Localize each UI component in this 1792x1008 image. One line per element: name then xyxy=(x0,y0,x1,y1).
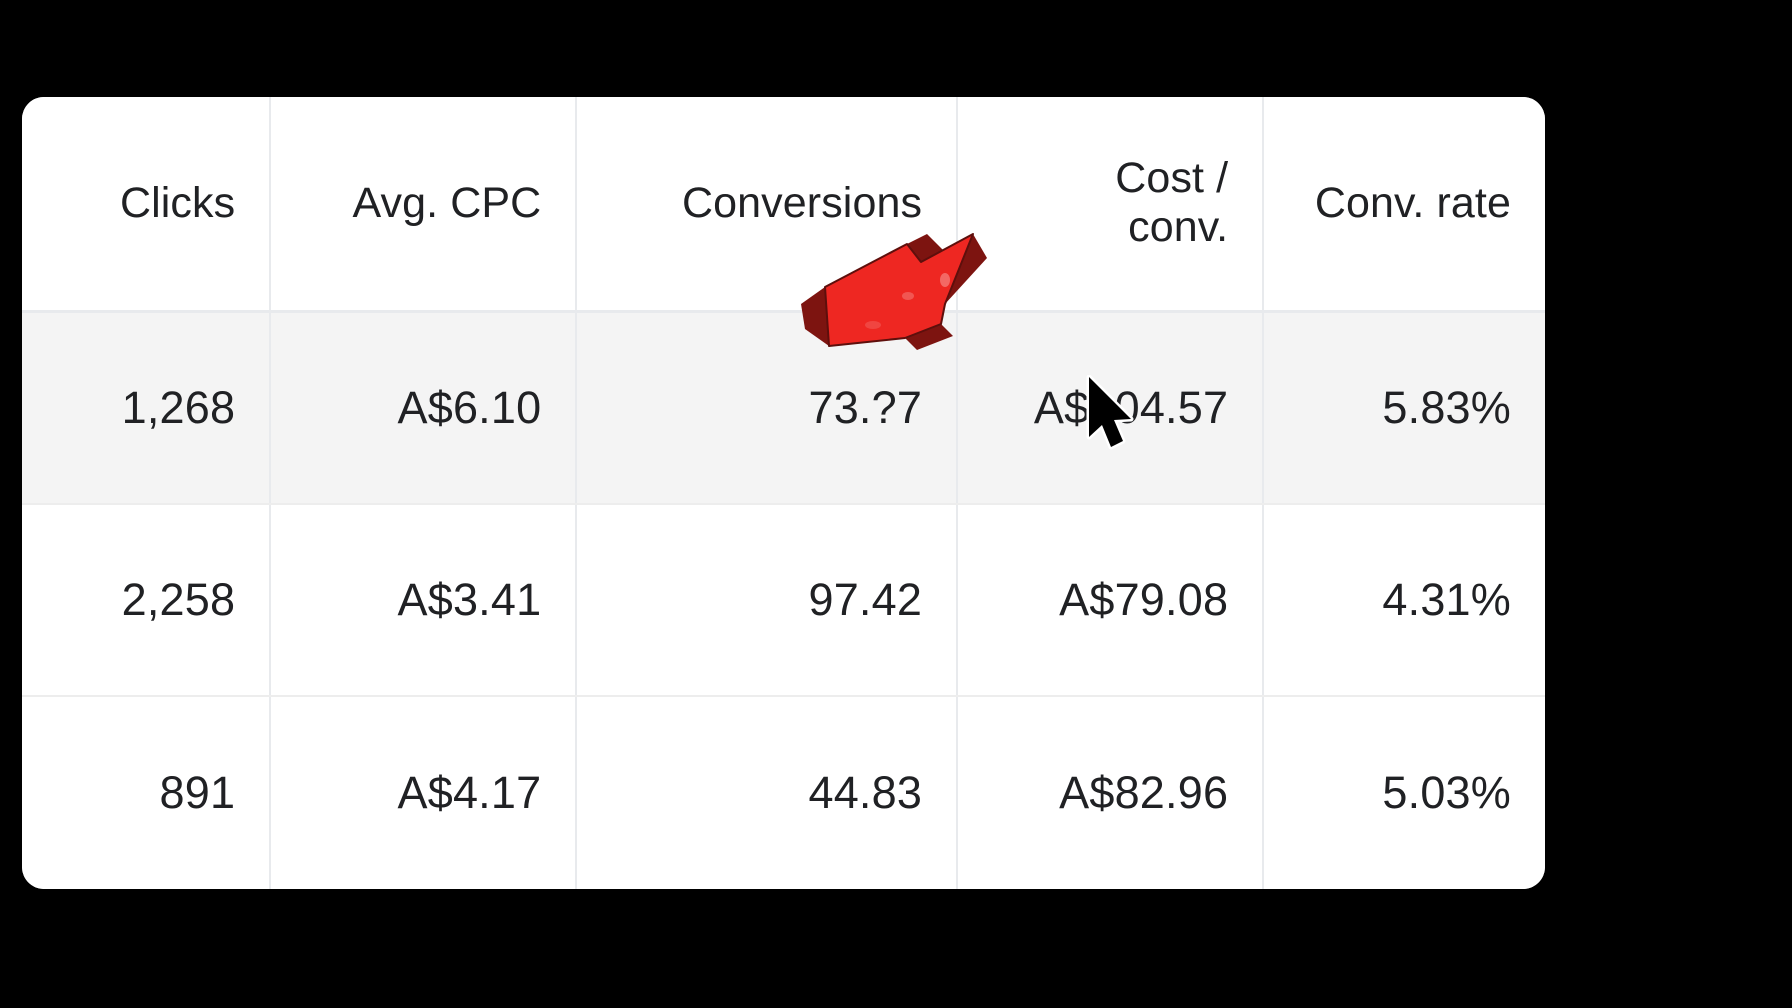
column-header-clicks[interactable]: Clicks xyxy=(22,97,272,313)
cell-cost-per-conv: A$82.96 xyxy=(957,696,1265,889)
table-row[interactable]: 891 A$4.17 44.83 A$82.96 5.03% xyxy=(22,696,1545,889)
column-header-cost-per-conv-label-line1: Cost / xyxy=(1115,153,1229,202)
metrics-table-card: Clicks Avg. CPC Conversions Cost / conv.… xyxy=(22,97,1545,889)
cell-conversions: 73.?7 xyxy=(576,311,959,505)
cell-conv-rate: 5.03% xyxy=(1263,696,1545,889)
table-row[interactable]: 1,268 A$6.10 73.?7 A$104.57 5.83% xyxy=(22,311,1545,505)
table-header-row: Clicks Avg. CPC Conversions Cost / conv.… xyxy=(22,97,1545,313)
cell-clicks: 1,268 xyxy=(22,311,272,505)
table-header: Clicks Avg. CPC Conversions Cost / conv.… xyxy=(22,97,1545,313)
cell-conversions: 97.42 xyxy=(576,503,959,698)
cell-avg-cpc: A$4.17 xyxy=(270,696,578,889)
cell-conv-rate: 4.31% xyxy=(1263,503,1545,698)
cell-avg-cpc: A$3.41 xyxy=(270,503,578,698)
cell-cost-per-conv: A$79.08 xyxy=(957,503,1265,698)
column-header-cost-per-conv-label-line2: conv. xyxy=(1128,203,1229,252)
screenshot-stage: Clicks Avg. CPC Conversions Cost / conv.… xyxy=(0,0,1792,1008)
column-header-clicks-label: Clicks xyxy=(119,178,236,227)
metrics-table: Clicks Avg. CPC Conversions Cost / conv.… xyxy=(22,97,1545,889)
cell-clicks: 2,258 xyxy=(22,503,272,698)
column-header-conv-rate-label: Conv. rate xyxy=(1314,178,1511,227)
column-header-cost-per-conv[interactable]: Cost / conv. xyxy=(957,97,1265,313)
column-header-avg-cpc-label: Avg. CPC xyxy=(352,178,542,227)
cell-clicks: 891 xyxy=(22,696,272,889)
column-header-conversions-label: Conversions xyxy=(681,178,923,227)
table-body: 1,268 A$6.10 73.?7 A$104.57 5.83% 2,258 … xyxy=(22,311,1545,889)
cell-conversions: 44.83 xyxy=(576,696,959,889)
column-header-conv-rate[interactable]: Conv. rate xyxy=(1263,97,1545,313)
table-row[interactable]: 2,258 A$3.41 97.42 A$79.08 4.31% xyxy=(22,503,1545,698)
column-header-conversions[interactable]: Conversions xyxy=(576,97,959,313)
column-header-avg-cpc[interactable]: Avg. CPC xyxy=(270,97,578,313)
cell-avg-cpc: A$6.10 xyxy=(270,311,578,505)
cell-cost-per-conv: A$104.57 xyxy=(957,311,1265,505)
cell-conv-rate: 5.83% xyxy=(1263,311,1545,505)
